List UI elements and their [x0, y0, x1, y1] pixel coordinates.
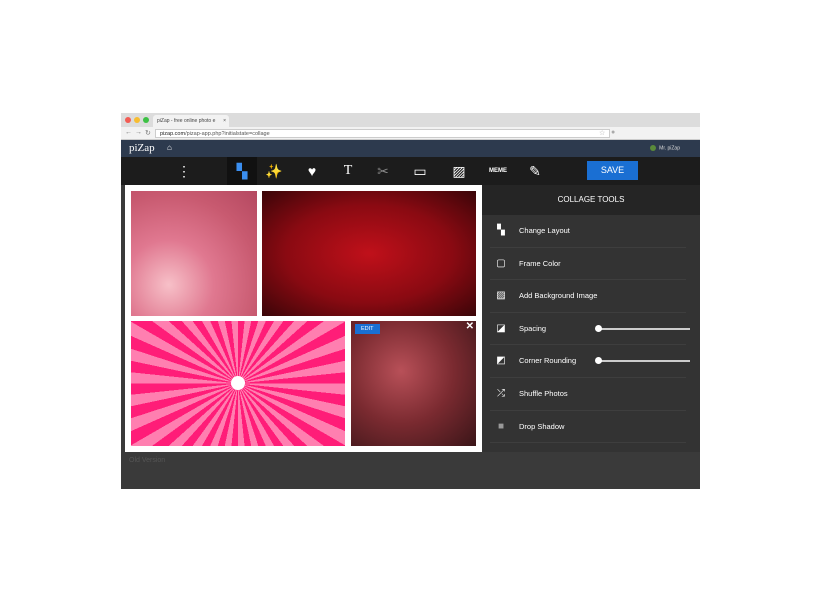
shuffle-photos-item[interactable]: ⤮ Shuffle Photos: [490, 378, 686, 411]
item-label: Spacing: [519, 323, 547, 333]
slider-handle[interactable]: [595, 324, 602, 332]
item-label: Frame Color: [519, 258, 561, 268]
browser-window: piZap - free online photo e × ← → ↻ pizap…: [121, 113, 700, 489]
slider-handle[interactable]: [595, 357, 602, 365]
change-layout-item[interactable]: ▚ Change Layout: [490, 215, 686, 248]
logo[interactable]: piZap: [129, 142, 155, 154]
toolbar: ⋮ ▚ ✨ ♥ T ✂ ▭ ▨ MEME ✎ SAVE: [121, 157, 700, 185]
shadow-icon: ■: [497, 420, 505, 432]
back-icon[interactable]: ←: [125, 129, 132, 136]
frame-color-item[interactable]: ▢ Frame Color: [490, 248, 686, 281]
meme-icon[interactable]: MEME: [483, 157, 513, 185]
magic-wand-icon[interactable]: ✨: [259, 157, 289, 185]
browser-tab[interactable]: piZap - free online photo e ×: [153, 115, 229, 127]
minimize-window-icon[interactable]: [134, 117, 140, 123]
drop-shadow-item[interactable]: ■ Drop Shadow: [490, 411, 686, 444]
paint-brush-icon[interactable]: ✎: [520, 157, 550, 185]
url-host: pizap.com: [160, 131, 186, 137]
spacing-slider[interactable]: [595, 324, 690, 332]
spacing-item: ◪ Spacing: [490, 313, 690, 346]
forward-icon[interactable]: →: [135, 129, 142, 136]
spacing-icon: ◪: [496, 322, 506, 334]
add-background-image-item[interactable]: ▨ Add Background Image: [490, 280, 686, 313]
tab-bar: piZap - free online photo e ×: [121, 113, 700, 127]
close-window-icon[interactable]: [125, 117, 131, 123]
tab-close-icon[interactable]: ×: [223, 118, 226, 124]
corner-icon: ◩: [496, 355, 506, 367]
item-label: Corner Rounding: [519, 356, 577, 366]
save-button[interactable]: SAVE: [587, 161, 638, 180]
text-icon[interactable]: T: [333, 157, 363, 185]
meme-label: MEME: [489, 168, 507, 174]
user-name: Mr. piZap: [659, 145, 680, 152]
bookmark-star-icon[interactable]: ☆: [599, 129, 605, 137]
item-label: Add Background Image: [519, 291, 598, 301]
app-header: piZap ⌂ Mr. piZap: [121, 140, 700, 157]
user-menu[interactable]: Mr. piZap: [650, 145, 680, 151]
reload-icon[interactable]: ↻: [145, 129, 151, 137]
more-menu-icon[interactable]: ⋮: [169, 157, 199, 185]
url-input[interactable]: pizap.com/pizap-app.php?initialstate=col…: [155, 129, 610, 138]
collage-tools-panel: COLLAGE TOOLS ▚ Change Layout ▢ Frame Colo…: [482, 185, 700, 452]
extension-icon[interactable]: ●: [611, 129, 615, 136]
image-icon: ▨: [496, 290, 506, 302]
close-icon[interactable]: ✕: [466, 321, 474, 332]
panel-title: COLLAGE TOOLS: [482, 185, 700, 215]
collage-photo-bokeh[interactable]: [131, 191, 257, 316]
collage-photo-red-roses[interactable]: [262, 191, 476, 316]
collage-photo-hearts[interactable]: EDIT ✕: [351, 321, 476, 446]
avatar: [650, 145, 657, 151]
collage-photo-pink-rays[interactable]: [131, 321, 345, 446]
tab-title: piZap - free online photo e: [157, 118, 216, 124]
edit-button[interactable]: EDIT: [355, 324, 380, 334]
border-icon[interactable]: ▭: [405, 157, 435, 185]
shuffle-icon: ⤮: [497, 387, 505, 399]
collage-canvas: EDIT ✕: [125, 185, 482, 452]
layout-icon: ▚: [497, 225, 505, 236]
maximize-window-icon[interactable]: [143, 117, 149, 123]
item-label: Change Layout: [519, 226, 570, 235]
home-icon[interactable]: ⌂: [167, 143, 172, 152]
old-version-link[interactable]: Old Version: [129, 457, 165, 464]
frame-color-icon: ▢: [496, 257, 506, 269]
url-path: /pizap-app.php?initialstate=collage: [185, 131, 270, 137]
item-label: Shuffle Photos: [519, 388, 568, 398]
heart-sticker-icon[interactable]: ♥: [297, 157, 327, 185]
photos-icon[interactable]: ▨: [444, 157, 474, 185]
collage-layout-icon[interactable]: ▚: [227, 157, 257, 185]
address-bar: ← → ↻ pizap.com/pizap-app.php?initialsta…: [121, 127, 700, 140]
corner-rounding-slider[interactable]: [595, 357, 690, 365]
cutout-icon[interactable]: ✂: [368, 157, 398, 185]
corner-rounding-item: ◩ Corner Rounding: [490, 345, 690, 378]
item-label: Drop Shadow: [519, 421, 565, 431]
